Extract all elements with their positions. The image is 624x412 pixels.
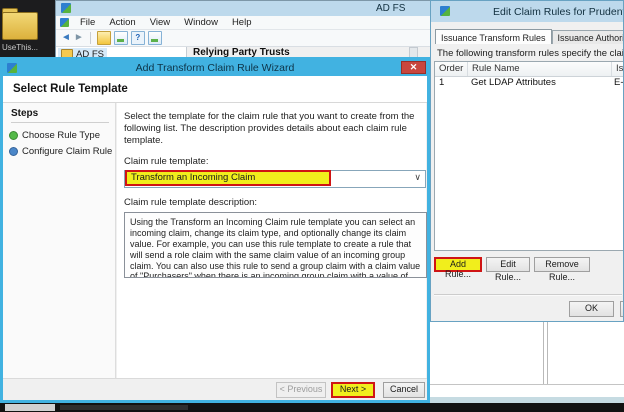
rule-buttons-row: Add Rule... Edit Rule... Remove Rule... [431, 257, 623, 273]
next-button[interactable]: Next > [331, 382, 375, 398]
rules-table: Order Rule Name Issued Claim 1 Get LDAP … [434, 61, 624, 251]
back-icon[interactable]: ◄ [61, 32, 71, 44]
steps-title: Steps [11, 108, 38, 119]
step-pending-dot-icon [9, 147, 18, 156]
pane-edge [430, 384, 624, 385]
wizard-heading: Select Rule Template [13, 83, 128, 95]
menu-file[interactable]: File [73, 17, 102, 28]
step-configure-claim-rule[interactable]: Configure Claim Rule [9, 146, 112, 157]
close-icon[interactable]: ✕ [401, 61, 426, 74]
export-icon[interactable] [97, 31, 111, 45]
cancel-button[interactable]: Cancel [383, 382, 425, 398]
steps-panel: Steps Choose Rule Type Configure Claim R… [3, 103, 116, 378]
ok-button[interactable]: OK [569, 301, 614, 317]
selected-template-highlighted: Transform an Incoming Claim [125, 170, 331, 186]
col-order[interactable]: Order [435, 62, 468, 76]
rules-table-header: Order Rule Name Issued Claim [435, 62, 624, 77]
step-label: Configure Claim Rule [22, 146, 112, 157]
step-active-dot-icon [9, 131, 18, 140]
wizard-title: Add Transform Claim Rule Wizard [3, 62, 427, 74]
cell-order: 1 [435, 77, 467, 90]
edit-claim-rules-dialog: Edit Claim Rules for Prudential Q Issuan… [430, 0, 624, 322]
desktop-folder-label: UseThis... [0, 43, 52, 52]
tab-strip: Issuance Transform Rules Issuance Author… [435, 28, 624, 44]
wizard-content: Select the template for the claim rule t… [117, 103, 426, 378]
dialog-separator [434, 294, 622, 296]
wizard-intro-text: Select the template for the claim rule t… [124, 111, 422, 147]
steps-divider [11, 122, 109, 123]
edit-rule-button[interactable]: Edit Rule... [486, 257, 530, 272]
col-rule-name[interactable]: Rule Name [468, 62, 612, 76]
wizard-header: Select Rule Template [3, 76, 427, 103]
menu-help[interactable]: Help [225, 17, 259, 28]
cell-issued-claim: E-Mail Addre [610, 77, 624, 90]
adfs-app-icon-small [60, 18, 69, 27]
window-title: AD FS [376, 3, 405, 14]
menu-view[interactable]: View [143, 17, 177, 28]
background-pane [430, 322, 624, 397]
screen: UseThis... AD FS File Action View Window… [0, 0, 624, 412]
pane-divider [547, 322, 548, 385]
dialog-description: The following transform rules specify th… [437, 48, 624, 59]
pane-divider [543, 322, 544, 385]
taskbar-item[interactable] [60, 405, 188, 410]
edit-dialog-title: Edit Claim Rules for Prudential Q [493, 6, 624, 18]
edit-dialog-titlebar[interactable]: Edit Claim Rules for Prudential Q [431, 1, 623, 22]
show-console-tree-icon[interactable] [114, 31, 128, 45]
step-choose-rule-type[interactable]: Choose Rule Type [9, 130, 100, 141]
toolbar-separator [90, 32, 91, 44]
template-description-label: Claim rule template description: [124, 197, 418, 208]
previous-button[interactable]: < Previous [276, 382, 326, 398]
chevron-down-icon: ∨ [414, 172, 421, 183]
wizard-footer: < Previous Next > Cancel [3, 378, 427, 400]
tab-issuance-transform-rules[interactable]: Issuance Transform Rules [435, 29, 552, 44]
adfs-dialog-icon [440, 6, 450, 16]
taskbar-item[interactable] [5, 404, 55, 411]
add-transform-claim-rule-wizard: Add Transform Claim Rule Wizard ✕ Select… [0, 57, 430, 403]
cell-rule-name: Get LDAP Attributes [467, 77, 610, 90]
show-actions-pane-icon[interactable] [148, 31, 162, 45]
menu-action[interactable]: Action [102, 17, 142, 28]
remove-rule-button[interactable]: Remove Rule... [534, 257, 590, 272]
help-icon[interactable]: ? [131, 31, 145, 45]
claim-rule-template-select[interactable]: Transform an Incoming Claim ∨ [124, 170, 426, 188]
forward-icon[interactable]: ► [74, 32, 84, 44]
menu-window[interactable]: Window [177, 17, 225, 28]
taskbar[interactable] [0, 403, 624, 412]
claim-rule-template-label: Claim rule template: [124, 156, 418, 167]
partial-button[interactable] [620, 301, 624, 317]
tab-issuance-authorization-rules[interactable]: Issuance Authorization Rules [552, 30, 624, 44]
adfs-app-icon [61, 3, 71, 13]
wizard-titlebar[interactable]: Add Transform Claim Rule Wizard ✕ [3, 60, 427, 76]
add-rule-button[interactable]: Add Rule... [434, 257, 482, 272]
table-row[interactable]: 1 Get LDAP Attributes E-Mail Addre [435, 77, 624, 90]
col-issued-claim[interactable]: Issued Claim [612, 62, 624, 76]
desktop-folder-icon-body[interactable] [2, 12, 38, 40]
template-description-box: Using the Transform an Incoming Claim ru… [124, 212, 427, 278]
step-label: Choose Rule Type [22, 130, 100, 141]
